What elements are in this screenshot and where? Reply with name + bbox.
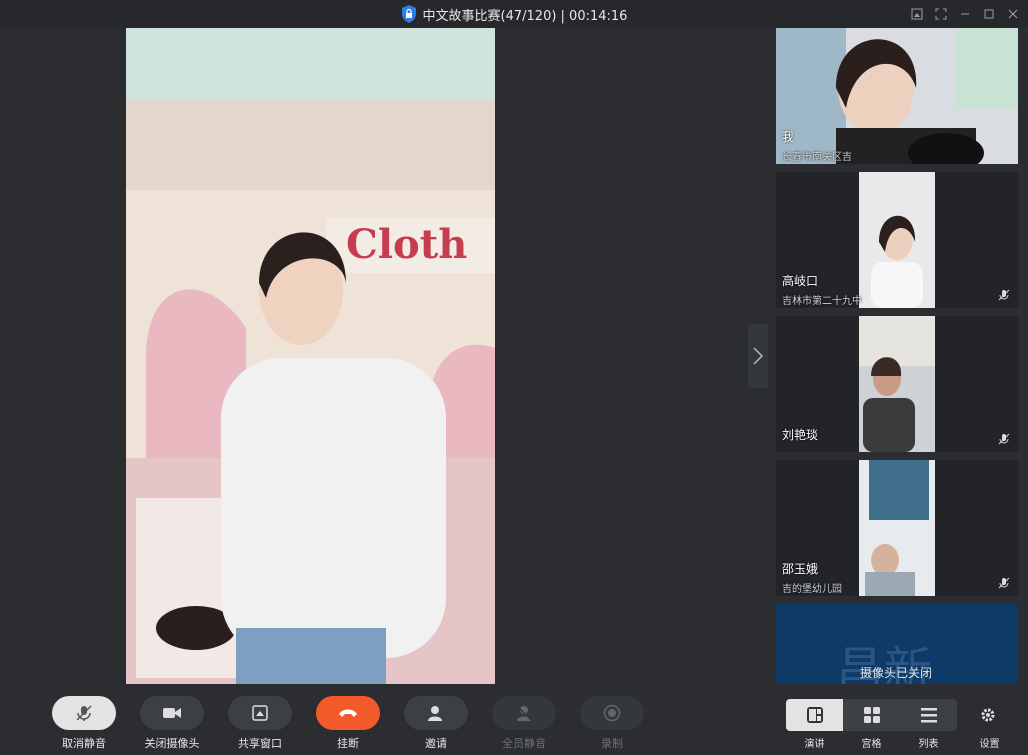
participant-org: 吉的堡幼儿园 — [782, 584, 842, 595]
record-label: 录制 — [601, 737, 623, 750]
record-button[interactable] — [580, 696, 644, 730]
mute-all-button[interactable] — [492, 696, 556, 730]
mute-all-label: 全员静音 — [502, 737, 546, 750]
camera-off-label: 关闭摄像头 — [144, 737, 200, 750]
layout-list-button[interactable] — [900, 699, 957, 731]
title-group: 中文故事比赛(47/120) | 00:14:16 — [401, 5, 628, 24]
participant-video — [859, 460, 935, 596]
mic-muted-icon — [76, 705, 92, 721]
meeting-toolbar: 取消静音 关闭摄像头 共享窗口 挂断 邀请 全员静音 录制 演讲 宫格 列表 设… — [0, 684, 1028, 755]
participant-video — [859, 172, 935, 308]
store-sign-text: Cloth — [346, 221, 467, 268]
participant-tile[interactable]: 我 长春市南关区吉 — [776, 28, 1018, 164]
list-icon — [920, 708, 937, 723]
participant-name: 高岐口 — [782, 274, 819, 288]
participant-org: 吉林市第二十九中 — [782, 296, 862, 307]
hangup-label: 挂断 — [337, 737, 359, 750]
settings-button[interactable] — [980, 707, 1000, 727]
camera-off-status: 摄像头已关闭 — [860, 666, 933, 680]
participant-list: 我 长春市南关区吉 高岐口 吉林市第二十九中 刘艳琰 邵玉娥 吉的堡幼儿园 昌新… — [768, 28, 1028, 684]
chevron-right-icon — [753, 347, 763, 365]
lock-icon — [401, 5, 416, 23]
close-icon[interactable] — [1006, 7, 1020, 21]
window-controls — [910, 0, 1020, 28]
grid-icon — [863, 707, 880, 723]
participant-video — [776, 28, 1018, 164]
title-bar: 中文故事比赛(47/120) | 00:14:16 — [0, 0, 1028, 28]
participant-tile[interactable]: 刘艳琰 — [776, 316, 1018, 452]
participant-tile[interactable]: 昌新 摄像头已关闭 — [776, 604, 1018, 684]
layout-list-label: 列表 — [918, 739, 939, 750]
speaker-video-frame: Cloth — [126, 28, 495, 684]
invite-label: 邀请 — [425, 737, 447, 750]
layout-gallery-button[interactable] — [843, 699, 900, 731]
share-window-label: 共享窗口 — [238, 737, 282, 750]
fullscreen-icon[interactable] — [934, 7, 948, 21]
minimize-icon[interactable] — [958, 7, 972, 21]
participant-tile[interactable]: 高岐口 吉林市第二十九中 — [776, 172, 1018, 308]
maximize-icon[interactable] — [982, 7, 996, 21]
mic-muted-icon — [998, 577, 1010, 589]
mic-muted-icon — [998, 289, 1010, 301]
collapse-sidebar-button[interactable] — [748, 324, 768, 388]
camera-icon — [163, 708, 181, 718]
gear-icon — [981, 708, 995, 722]
mic-muted-icon — [998, 145, 1010, 157]
add-user-icon — [428, 706, 444, 721]
screenshot-icon[interactable] — [910, 7, 924, 21]
phone-hangup-icon — [339, 709, 357, 717]
layout-speaker-label: 演讲 — [804, 739, 825, 750]
window-title: 中文故事比赛(47/120) | 00:14:16 — [422, 8, 628, 24]
participant-name: 邵玉娥 — [782, 562, 819, 576]
record-icon — [603, 704, 621, 722]
speaker-video: Cloth — [126, 28, 495, 684]
layout-speaker-button[interactable] — [786, 699, 843, 731]
participant-name: 刘艳琰 — [782, 428, 819, 442]
unmute-button[interactable] — [52, 696, 116, 730]
speaker-layout-icon — [806, 707, 823, 723]
camera-off-button[interactable] — [140, 696, 204, 730]
share-icon — [252, 705, 268, 721]
unmute-label: 取消静音 — [62, 737, 106, 750]
mute-all-icon — [516, 705, 532, 721]
layout-switcher — [786, 699, 957, 731]
mic-muted-icon — [998, 433, 1010, 445]
hangup-button[interactable] — [316, 696, 380, 730]
share-window-button[interactable] — [228, 696, 292, 730]
participant-tile[interactable]: 邵玉娥 吉的堡幼儿园 — [776, 460, 1018, 596]
invite-button[interactable] — [404, 696, 468, 730]
layout-gallery-label: 宫格 — [861, 739, 882, 750]
participant-name: 我 — [782, 130, 795, 144]
participant-video — [859, 316, 935, 452]
main-stage: Cloth — [0, 28, 768, 684]
settings-label: 设置 — [979, 739, 1000, 750]
participant-org: 长春市南关区吉 — [782, 152, 852, 163]
